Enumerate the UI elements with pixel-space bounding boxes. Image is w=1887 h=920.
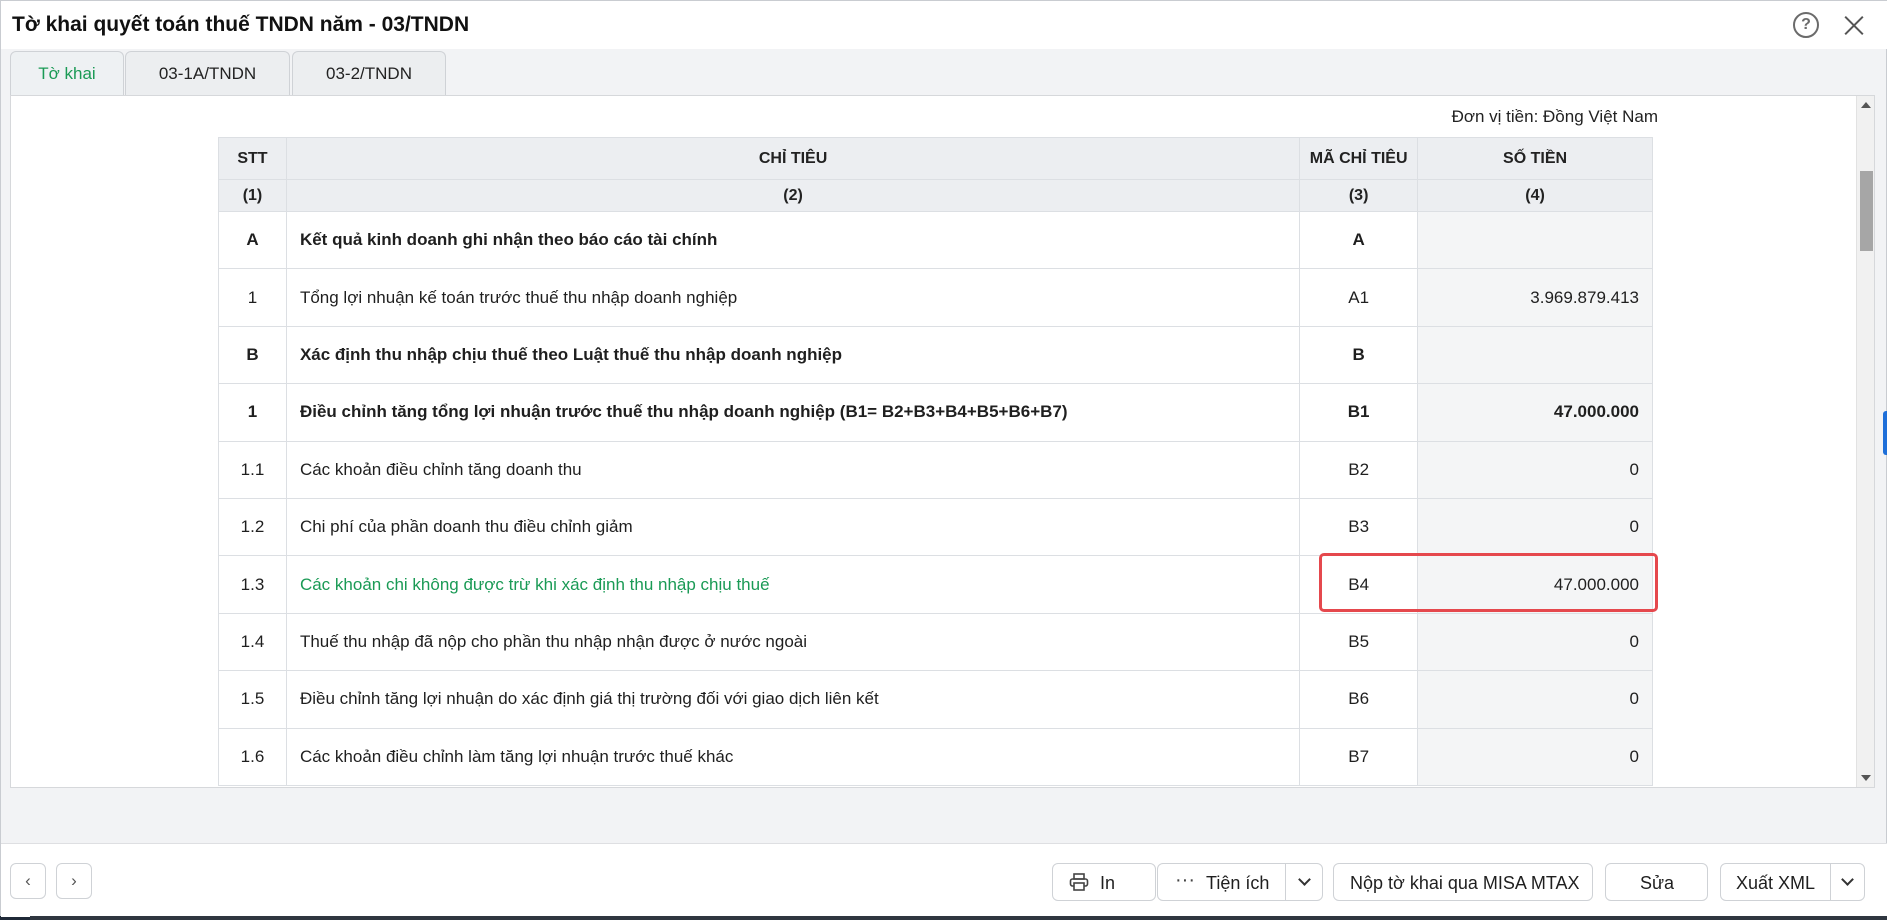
row-name: Xác định thu nhập chịu thuế theo Luật th… xyxy=(285,325,1301,385)
tax-declaration-dialog: Tờ khai quyết toán thuế TNDN năm - 03/TN… xyxy=(0,0,1887,917)
split-divider xyxy=(1285,864,1286,900)
row-stt: 1.4 xyxy=(218,612,287,672)
row-amount: 0 xyxy=(1417,727,1653,786)
row-stt: B xyxy=(218,325,287,385)
row-name: Kết quả kinh doanh ghi nhận theo báo cáo… xyxy=(285,210,1301,270)
submit-mtax-label: Nộp tờ khai qua MISA MTAX xyxy=(1350,873,1580,893)
row-name: Các khoản điều chỉnh làm tăng lợi nhuận … xyxy=(285,727,1301,786)
row-amount xyxy=(1417,210,1653,270)
row-amount xyxy=(1417,325,1653,385)
table-row[interactable]: 1.4 Thuế thu nhập đã nộp cho phần thu nh… xyxy=(218,612,1653,672)
chevron-down-icon[interactable] xyxy=(1298,873,1311,886)
row-code: B4 xyxy=(1299,555,1419,614)
subheader-1: (1) xyxy=(218,179,287,212)
row-stt: 1 xyxy=(218,383,287,442)
close-icon[interactable] xyxy=(1841,12,1867,38)
row-code: B2 xyxy=(1299,440,1419,499)
row-amount: 3.969.879.413 xyxy=(1417,268,1653,327)
row-amount: 47.000.000 xyxy=(1417,555,1653,614)
help-icon[interactable]: ? xyxy=(1793,12,1819,38)
row-amount: 0 xyxy=(1417,497,1653,557)
header-ma-chi-tieu: MÃ CHỈ TIÊU xyxy=(1299,137,1419,180)
next-button[interactable]: › xyxy=(56,863,92,899)
table-row[interactable]: 1 Tổng lợi nhuận kế toán trước thuế thu … xyxy=(218,268,1653,327)
table-row[interactable]: A Kết quả kinh doanh ghi nhận theo báo c… xyxy=(218,210,1653,270)
chevron-right-icon: › xyxy=(71,871,77,890)
side-handle[interactable] xyxy=(1883,411,1887,455)
table-header-row: STT CHỈ TIÊU MÃ CHỈ TIÊU SỐ TIỀN xyxy=(218,137,1653,180)
row-code: B xyxy=(1299,325,1419,385)
row-name: Chi phí của phần doanh thu điều chỉnh gi… xyxy=(285,497,1301,557)
declaration-content: Đơn vị tiền: Đồng Việt Nam STT CHỈ TIÊU … xyxy=(10,95,1875,788)
row-code: A xyxy=(1299,210,1419,270)
declaration-table: STT CHỈ TIÊU MÃ CHỈ TIÊU SỐ TIỀN (1) (2)… xyxy=(218,137,1653,786)
scroll-up-arrow-icon[interactable] xyxy=(1861,102,1871,108)
printer-icon xyxy=(1069,873,1089,891)
table-row[interactable]: 1.2 Chi phí của phần doanh thu điều chỉn… xyxy=(218,497,1653,557)
tab-to-khai[interactable]: Tờ khai xyxy=(10,51,124,95)
row-amount: 47.000.000 xyxy=(1417,383,1653,442)
export-xml-label: Xuất XML xyxy=(1736,873,1816,893)
row-name-link[interactable]: Các khoản chi không được trừ khi xác địn… xyxy=(285,555,1301,614)
currency-unit-label: Đơn vị tiền: Đồng Việt Nam xyxy=(1451,107,1658,126)
row-code: B6 xyxy=(1299,670,1419,729)
row-stt: 1 xyxy=(218,268,287,327)
row-name: Điều chỉnh tăng lợi nhuận do xác định gi… xyxy=(285,670,1301,729)
utilities-label: Tiện ích xyxy=(1206,873,1270,893)
row-name: Thuế thu nhập đã nộp cho phần thu nhập n… xyxy=(285,612,1301,672)
row-stt: 1.3 xyxy=(218,555,287,614)
table-row[interactable]: 1 Điều chỉnh tăng tổng lợi nhuận trước t… xyxy=(218,383,1653,442)
row-code: B1 xyxy=(1299,383,1419,442)
tab-03-2-tndn[interactable]: 03-2/TNDN xyxy=(292,51,446,95)
tab-03-1a-tndn[interactable]: 03-1A/TNDN xyxy=(125,51,290,95)
utilities-button[interactable]: ··· Tiện ích xyxy=(1157,863,1323,901)
table-row[interactable]: B Xác định thu nhập chịu thuế theo Luật … xyxy=(218,325,1653,385)
taskbar-strip xyxy=(30,916,1887,920)
table-row-selected[interactable]: 1.3 Các khoản chi không được trừ khi xác… xyxy=(218,555,1653,614)
row-name: Tổng lợi nhuận kế toán trước thuế thu nh… xyxy=(285,268,1301,327)
chevron-left-icon: ‹ xyxy=(25,871,31,890)
row-code: B5 xyxy=(1299,612,1419,672)
subheader-2: (2) xyxy=(285,179,1301,212)
subheader-4: (4) xyxy=(1417,179,1653,212)
dialog-title: Tờ khai quyết toán thuế TNDN năm - 03/TN… xyxy=(12,13,470,36)
export-xml-button[interactable]: Xuất XML xyxy=(1720,863,1865,901)
dialog-titlebar: Tờ khai quyết toán thuế TNDN năm - 03/TN… xyxy=(1,1,1887,49)
dialog-footer: ‹ › In ··· Tiện ích Nộp tờ khai qua MISA… xyxy=(1,843,1887,917)
subheader-3: (3) xyxy=(1299,179,1419,212)
table-row[interactable]: 1.5 Điều chỉnh tăng lợi nhuận do xác địn… xyxy=(218,670,1653,729)
split-divider xyxy=(1830,864,1831,900)
help-glyph: ? xyxy=(1801,16,1811,33)
header-so-tien: SỐ TIỀN xyxy=(1417,137,1653,180)
vertical-scrollbar[interactable] xyxy=(1856,96,1874,787)
print-label: In xyxy=(1100,873,1116,893)
row-stt: 1.1 xyxy=(218,440,287,499)
prev-button[interactable]: ‹ xyxy=(10,863,46,899)
edit-label: Sửa xyxy=(1640,873,1675,893)
row-amount: 0 xyxy=(1417,440,1653,499)
row-amount: 0 xyxy=(1417,612,1653,672)
scrollbar-thumb[interactable] xyxy=(1860,171,1873,251)
table-row[interactable]: 1.6 Các khoản điều chỉnh làm tăng lợi nh… xyxy=(218,727,1653,786)
row-name: Điều chỉnh tăng tổng lợi nhuận trước thu… xyxy=(285,383,1301,442)
print-button[interactable]: In xyxy=(1052,863,1156,901)
table-subheader-row: (1) (2) (3) (4) xyxy=(218,179,1653,212)
row-stt: 1.6 xyxy=(218,727,287,786)
more-dots-icon: ··· xyxy=(1175,869,1195,891)
edit-button[interactable]: Sửa xyxy=(1605,863,1708,901)
row-amount: 0 xyxy=(1417,670,1653,729)
row-name: Các khoản điều chỉnh tăng doanh thu xyxy=(285,440,1301,499)
header-stt: STT xyxy=(218,137,287,180)
header-chi-tieu: CHỈ TIÊU xyxy=(285,137,1301,180)
row-stt: 1.2 xyxy=(218,497,287,557)
row-code: B3 xyxy=(1299,497,1419,557)
table-row[interactable]: 1.1 Các khoản điều chỉnh tăng doanh thu … xyxy=(218,440,1653,499)
chevron-down-icon[interactable] xyxy=(1841,873,1854,886)
row-stt: 1.5 xyxy=(218,670,287,729)
row-stt: A xyxy=(218,210,287,270)
row-code: B7 xyxy=(1299,727,1419,786)
row-code: A1 xyxy=(1299,268,1419,327)
scroll-down-arrow-icon[interactable] xyxy=(1861,775,1871,781)
submit-mtax-button[interactable]: Nộp tờ khai qua MISA MTAX xyxy=(1333,863,1593,901)
